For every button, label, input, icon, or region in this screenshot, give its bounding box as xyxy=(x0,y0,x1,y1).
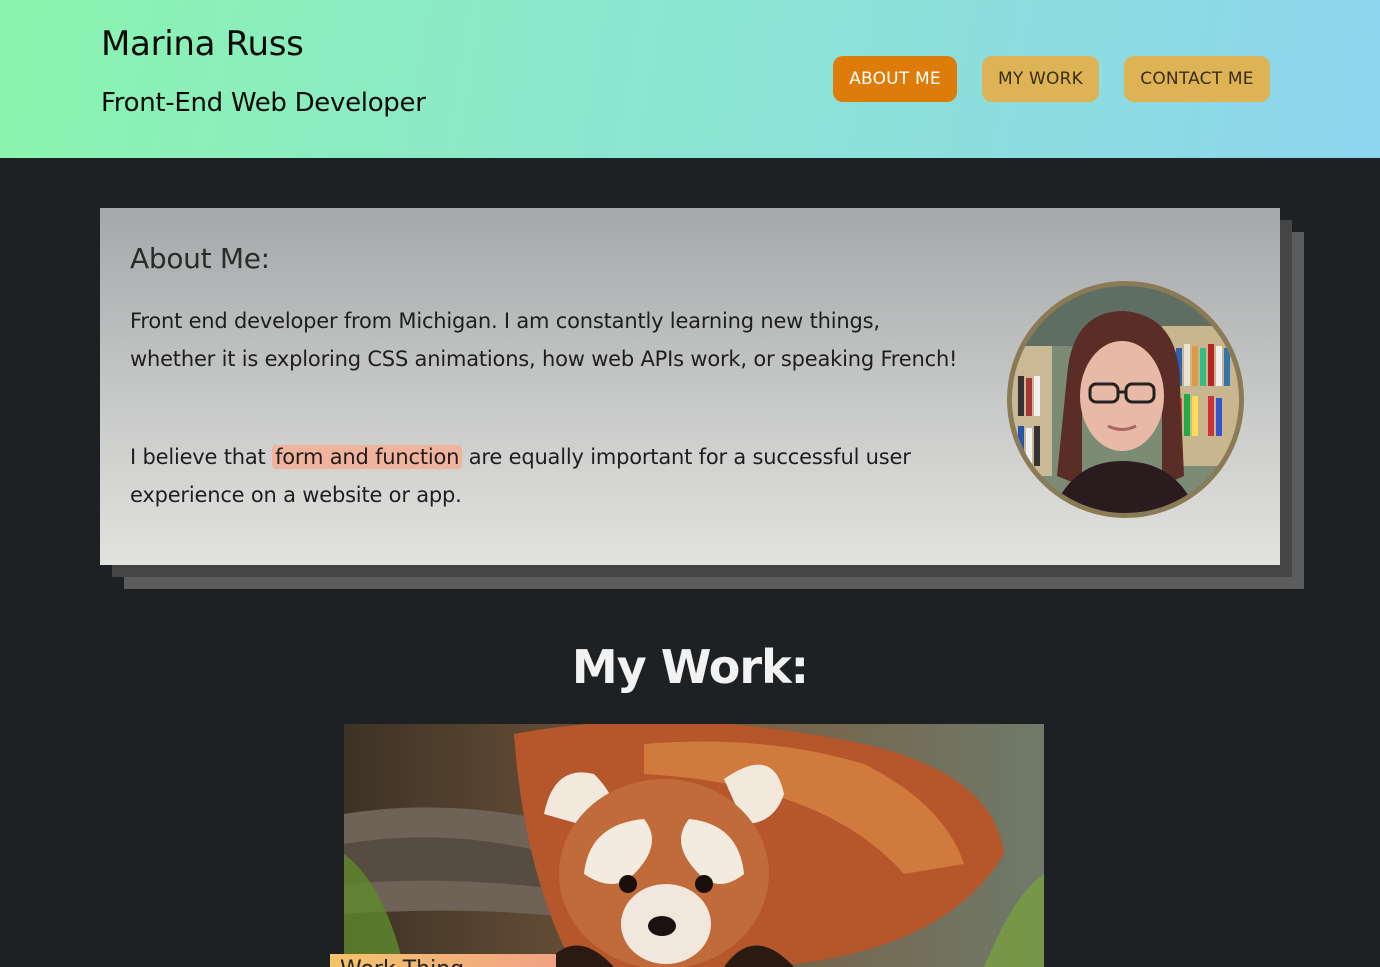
work-project-image[interactable] xyxy=(344,724,1044,967)
about-paragraph-2-before: I believe that xyxy=(130,445,266,469)
form-and-function-highlight: form and function xyxy=(272,445,463,469)
nav-contact-me-button[interactable]: CONTACT ME xyxy=(1124,56,1270,102)
nav-my-work-button[interactable]: MY WORK xyxy=(982,56,1099,102)
nav-about-me-button[interactable]: ABOUT ME xyxy=(833,56,957,102)
about-paragraph-2: I believe that form and function are equ… xyxy=(130,438,960,514)
profile-photo-icon xyxy=(1012,286,1239,513)
about-me-title: About Me: xyxy=(130,242,270,275)
red-panda-photo-icon xyxy=(344,724,1044,967)
my-work-title: My Work: xyxy=(571,640,809,694)
main-nav: ABOUT ME MY WORK CONTACT ME xyxy=(0,56,1380,102)
work-project-label[interactable]: Work Thing xyxy=(330,954,556,967)
site-header: Marina Russ Front-End Web Developer ABOU… xyxy=(0,0,1380,158)
about-me-section: About Me: Front end developer from Michi… xyxy=(100,208,1280,565)
about-paragraph-1: Front end developer from Michigan. I am … xyxy=(130,309,958,371)
profile-photo-avatar xyxy=(1007,281,1244,518)
